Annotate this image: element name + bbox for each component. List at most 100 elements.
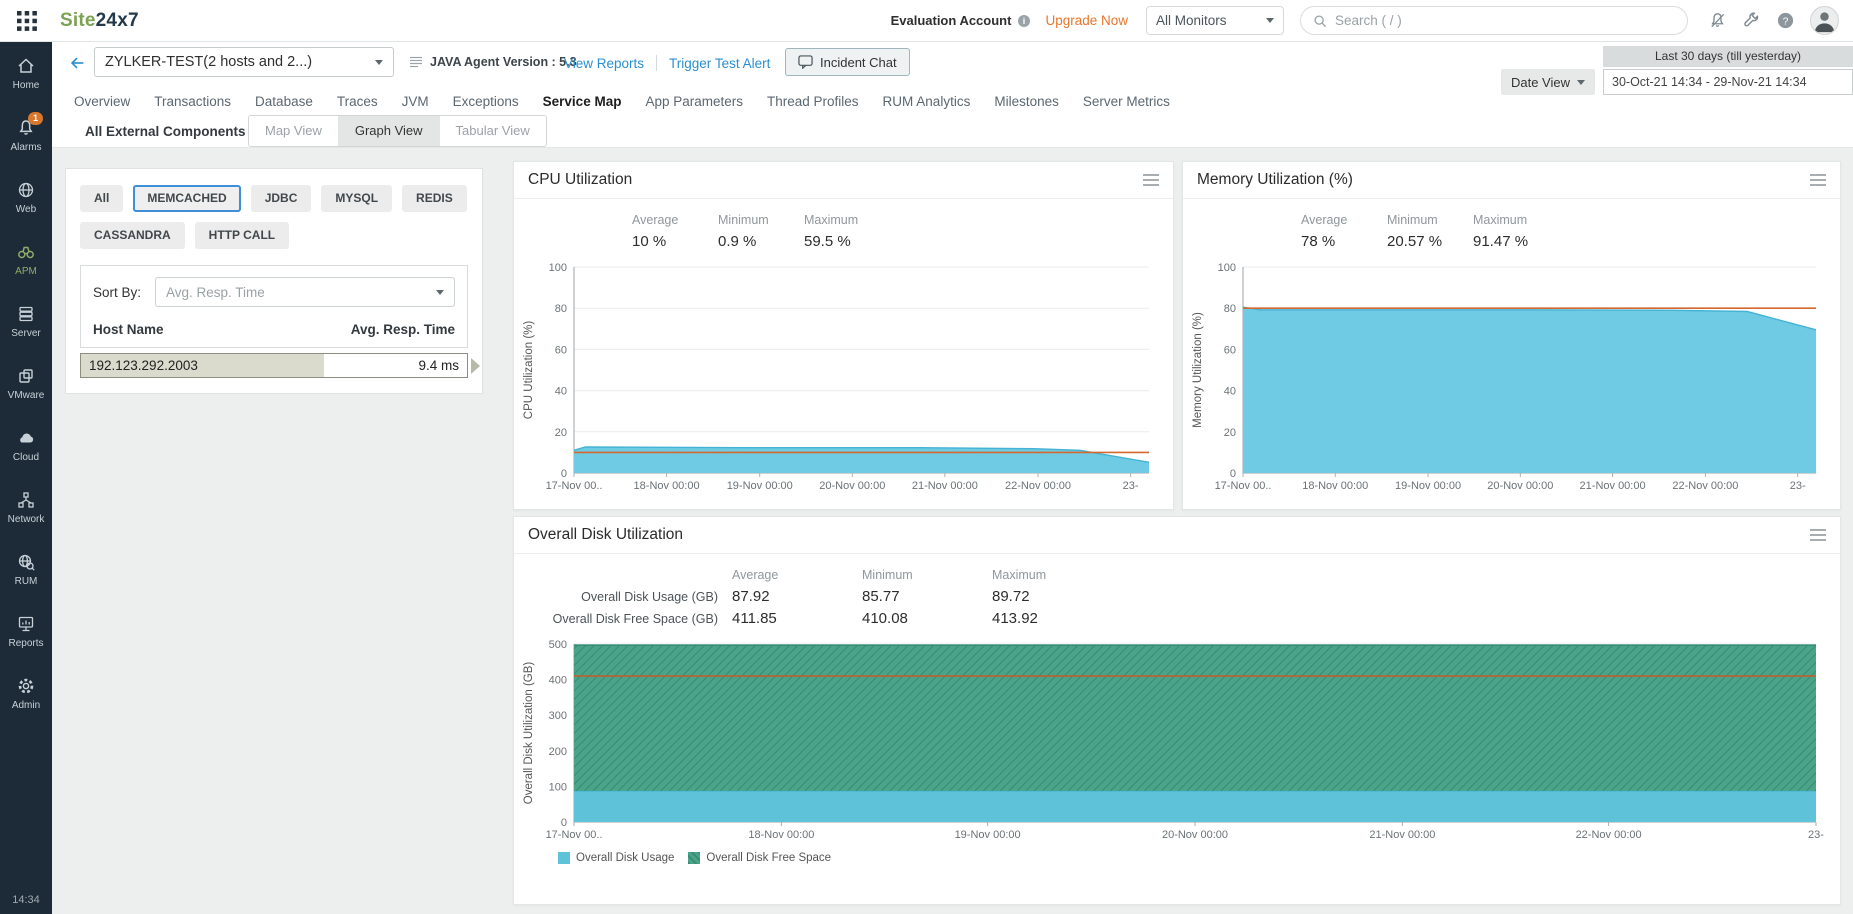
- card-menu-icon[interactable]: [1143, 174, 1159, 186]
- filter-chip-jdbc[interactable]: JDBC: [251, 185, 312, 212]
- svg-text:22-Nov 00:00: 22-Nov 00:00: [1005, 480, 1071, 492]
- date-range-input[interactable]: 30-Oct-21 14:34 - 29-Nov-21 14:34: [1603, 69, 1853, 95]
- stat-value: 411.85: [732, 608, 862, 630]
- legend-item-overall-disk-usage: Overall Disk Usage: [558, 852, 674, 864]
- filter-chip-http-call[interactable]: HTTP CALL: [195, 222, 289, 249]
- monitor-selector-dropdown[interactable]: ZYLKER-TEST(2 hosts and 2...): [94, 47, 394, 77]
- notifications-bell-icon[interactable]: [1708, 11, 1727, 30]
- filter-chip-redis[interactable]: REDIS: [402, 185, 467, 212]
- monitor-scope-dropdown[interactable]: All Monitors: [1146, 6, 1284, 35]
- host-avg-resp-time: 9.4 ms: [418, 358, 459, 373]
- upgrade-now-link[interactable]: Upgrade Now: [1045, 13, 1128, 28]
- tab-exceptions[interactable]: Exceptions: [453, 94, 519, 109]
- search-input[interactable]: [1335, 13, 1675, 28]
- filter-chip-all[interactable]: All: [80, 185, 123, 212]
- apm-icon: [16, 242, 36, 262]
- memory-stats: AverageMinimumMaximum78 %20.57 %91.47 %: [1183, 199, 1840, 253]
- evaluation-account-label: Evaluation Account i: [891, 13, 1032, 28]
- filter-chip-cassandra[interactable]: CASSANDRA: [80, 222, 185, 249]
- disk-chart[interactable]: 010020030040050017-Nov 00..18-Nov 00:001…: [520, 634, 1832, 846]
- tools-wrench-icon[interactable]: [1742, 11, 1761, 30]
- tab-traces[interactable]: Traces: [337, 94, 378, 109]
- global-search[interactable]: [1300, 6, 1688, 35]
- svg-text:20: 20: [555, 427, 567, 439]
- incident-chat-button[interactable]: Incident Chat: [785, 48, 910, 76]
- svg-text:Memory Utilization (%): Memory Utilization (%): [1192, 312, 1204, 428]
- svg-text:23-: 23-: [1808, 829, 1824, 841]
- disk-stats: AverageMinimumMaximumOverall Disk Usage …: [514, 554, 1840, 630]
- chevron-down-icon: [1266, 18, 1274, 23]
- user-avatar[interactable]: [1810, 6, 1839, 35]
- sort-by-label: Sort By:: [93, 285, 141, 300]
- tab-service-map[interactable]: Service Map: [543, 94, 622, 109]
- svg-text:0: 0: [561, 817, 567, 829]
- sort-box: Sort By: Avg. Resp. Time Host NameAvg. R…: [80, 265, 468, 348]
- sidebar-item-server[interactable]: Server: [0, 290, 52, 352]
- tab-database[interactable]: Database: [255, 94, 313, 109]
- svg-text:21-Nov 00:00: 21-Nov 00:00: [912, 480, 978, 492]
- sidebar-item-network[interactable]: Network: [0, 476, 52, 538]
- card-title: Memory Utilization (%): [1197, 171, 1353, 189]
- cpu-chart[interactable]: 02040608010017-Nov 00..18-Nov 00:0019-No…: [520, 257, 1165, 497]
- card-title: Overall Disk Utilization: [528, 526, 683, 544]
- svg-text:19-Nov 00:00: 19-Nov 00:00: [955, 829, 1021, 841]
- network-icon: [16, 490, 36, 510]
- trigger-test-alert-link[interactable]: Trigger Test Alert: [669, 56, 770, 71]
- stat-column-label: Minimum: [718, 209, 804, 231]
- legend-swatch: [558, 852, 570, 864]
- sidebar-item-rum[interactable]: RUM: [0, 538, 52, 600]
- back-arrow-icon[interactable]: [68, 54, 86, 72]
- apm-tab-bar: Overview Transactions Database Traces JVM Exc…: [74, 94, 1170, 109]
- tab-transactions[interactable]: Transactions: [154, 94, 231, 109]
- view-map-view-button[interactable]: Map View: [249, 116, 338, 146]
- svg-text:80: 80: [555, 303, 567, 315]
- stat-column-label: Minimum: [862, 564, 992, 586]
- site24x7-logo[interactable]: Site24x7: [60, 10, 139, 32]
- stat-value: 410.08: [862, 608, 992, 630]
- svg-text:CPU Utilization (%): CPU Utilization (%): [523, 321, 535, 420]
- reports-icon: [16, 614, 36, 634]
- web-icon: [16, 180, 36, 200]
- sort-by-dropdown[interactable]: Avg. Resp. Time: [155, 277, 455, 307]
- sidebar-item-cloud[interactable]: Cloud: [0, 414, 52, 476]
- card-menu-icon[interactable]: [1810, 174, 1826, 186]
- sidebar-item-home[interactable]: Home: [0, 42, 52, 104]
- memory-utilization-card: Memory Utilization (%) AverageMinimumMax…: [1182, 161, 1841, 510]
- sidebar-item-alarms[interactable]: 1 Alarms: [0, 104, 52, 166]
- tab-server-metrics[interactable]: Server Metrics: [1083, 94, 1170, 109]
- legend-swatch: [688, 852, 700, 864]
- sidebar-item-admin[interactable]: Admin: [0, 662, 52, 724]
- sidebar-item-apm[interactable]: APM: [0, 228, 52, 290]
- sidebar-item-web[interactable]: Web: [0, 166, 52, 228]
- view-graph-view-button[interactable]: Graph View: [338, 116, 439, 146]
- view-reports-link[interactable]: View Reports: [564, 56, 644, 71]
- home-icon: [16, 56, 36, 76]
- sidebar-item-vmware[interactable]: VMware: [0, 352, 52, 414]
- chevron-down-icon: [436, 290, 444, 295]
- card-menu-icon[interactable]: [1810, 529, 1826, 541]
- help-icon[interactable]: ?: [1776, 11, 1795, 30]
- memory-chart[interactable]: 02040608010017-Nov 00..18-Nov 00:0019-No…: [1189, 257, 1832, 497]
- info-icon[interactable]: i: [1017, 14, 1031, 28]
- sidebar-nav: Home 1 Alarms Web APM Server VMware: [0, 42, 52, 914]
- page-header-band: ZYLKER-TEST(2 hosts and 2...) JAVA Agent…: [52, 42, 1853, 148]
- host-row[interactable]: 192.123.292.2003 9.4 ms: [80, 353, 468, 378]
- tab-thread-profiles[interactable]: Thread Profiles: [767, 94, 859, 109]
- svg-text:20-Nov 00:00: 20-Nov 00:00: [1162, 829, 1228, 841]
- tab-milestones[interactable]: Milestones: [994, 94, 1059, 109]
- svg-text:20-Nov 00:00: 20-Nov 00:00: [819, 480, 885, 492]
- tab-jvm[interactable]: JVM: [402, 94, 429, 109]
- tab-app-parameters[interactable]: App Parameters: [645, 94, 743, 109]
- tab-rum-analytics[interactable]: RUM Analytics: [883, 94, 971, 109]
- topbar: Site24x7 Evaluation Account i Upgrade No…: [0, 0, 1853, 42]
- stat-value: 10 %: [632, 231, 718, 253]
- date-view-button[interactable]: Date View: [1501, 69, 1595, 95]
- stat-row-label: [514, 231, 632, 253]
- filter-chip-mysql[interactable]: MYSQL: [321, 185, 392, 212]
- sidebar-item-reports[interactable]: Reports: [0, 600, 52, 662]
- app-grid-menu-icon[interactable]: [16, 10, 38, 32]
- view-tabular-view-button[interactable]: Tabular View: [439, 116, 546, 146]
- tab-overview[interactable]: Overview: [74, 94, 130, 109]
- rum-icon: [16, 552, 36, 572]
- filter-chip-memcached[interactable]: MEMCACHED: [133, 185, 240, 212]
